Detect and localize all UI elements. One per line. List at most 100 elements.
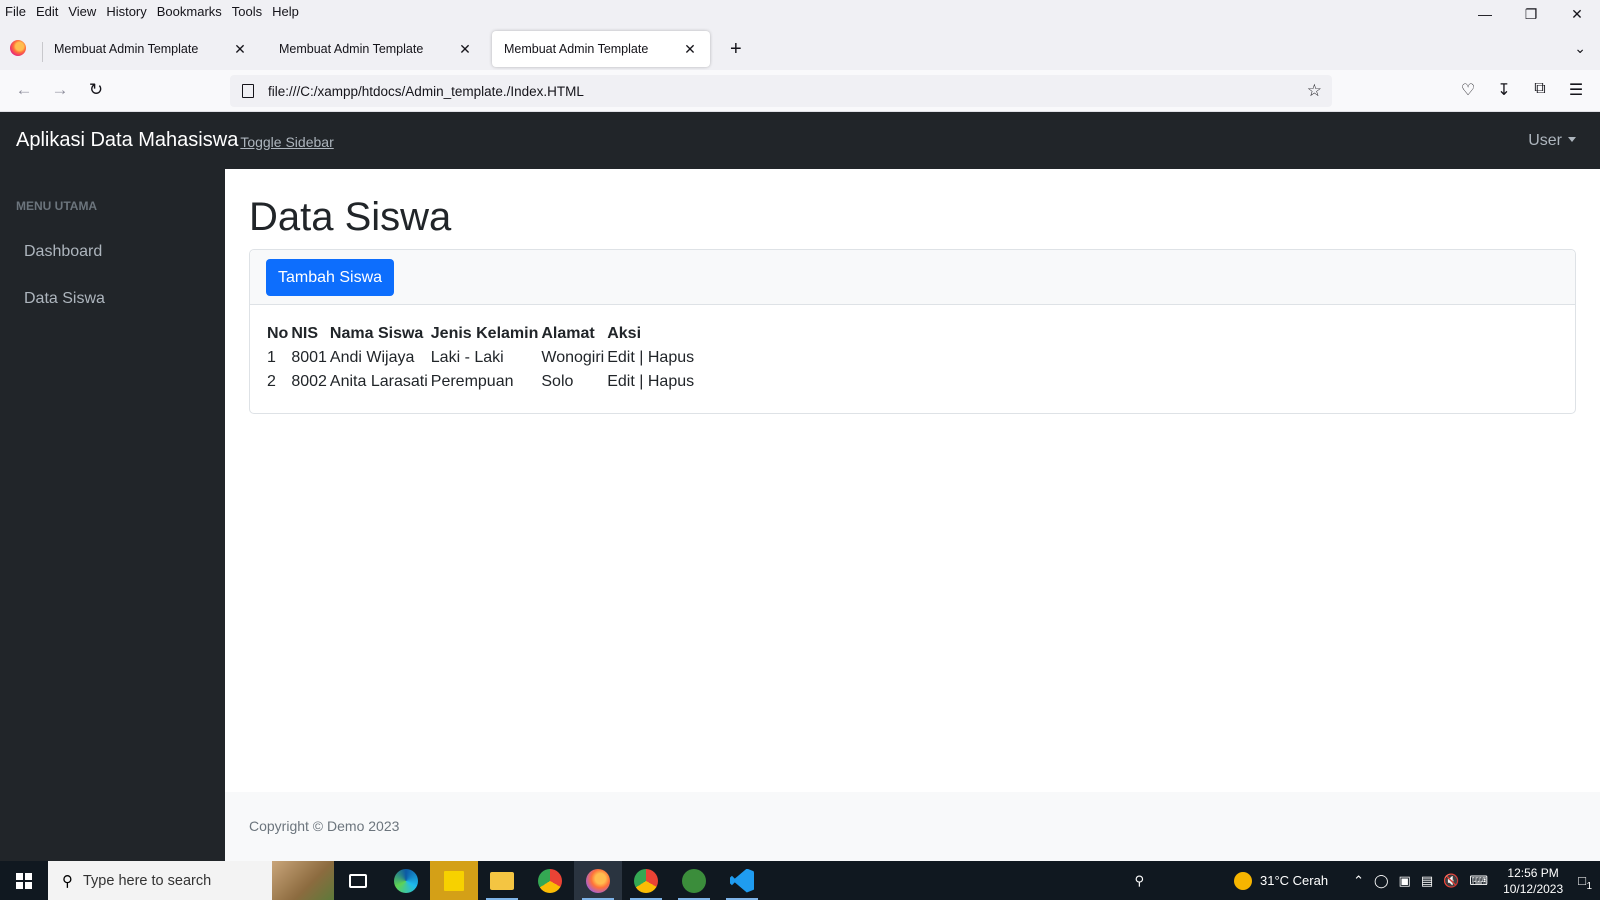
notification-center-icon[interactable]: □ 1 (1578, 873, 1592, 892)
taskbar-search-placeholder: Type here to search (83, 872, 212, 889)
cell-aksi: Edit | Hapus (606, 371, 696, 395)
student-table: No NIS Nama Siswa Jenis Kelamin Alamat A… (266, 325, 696, 395)
cell-no: 1 (267, 349, 276, 366)
close-tab-icon[interactable]: ✕ (232, 41, 248, 58)
url-bar[interactable]: file:///C:/xampp/htdocs/Admin_template./… (230, 75, 1332, 107)
extensions-icon[interactable]: ⧉ (1529, 80, 1551, 98)
windows-logo-icon (16, 872, 32, 889)
menu-history[interactable]: History (101, 4, 151, 19)
weather-icon (1233, 871, 1252, 890)
cell-alamat: Wonogiri (541, 349, 605, 366)
browser-menubar: File Edit View History Bookmarks Tools H… (0, 0, 1600, 22)
user-dropdown[interactable]: User (1528, 132, 1576, 150)
column-header-alamat: Alamat (541, 325, 595, 342)
menu-file[interactable]: File (0, 4, 31, 19)
chrome-profile-icon[interactable] (622, 861, 670, 900)
edge-icon[interactable] (382, 861, 430, 900)
card-header: Tambah Siswa (250, 250, 1575, 305)
page-title: Data Siswa (249, 195, 452, 239)
browser-tab-1[interactable]: Membuat Admin Template ✕ (42, 31, 260, 67)
menu-edit[interactable]: Edit (31, 4, 63, 19)
menu-bookmarks[interactable]: Bookmarks (152, 4, 227, 19)
taskbar: ⚲ Type here to search ⚲ 31°C Cerah ⌃ ◯ ▣… (0, 861, 1600, 900)
system-tray: ⚲ 31°C Cerah ⌃ ◯ ▣ ▤ 🔇 ⌨ 12:56 PM 10/12/… (1129, 861, 1600, 900)
sticky-notes-icon[interactable] (430, 861, 478, 900)
chrome-icon[interactable] (526, 861, 574, 900)
taskbar-search[interactable]: ⚲ Type here to search (48, 861, 334, 900)
clock-time: 12:56 PM (1507, 865, 1559, 880)
cell-nis: 8002 (291, 373, 327, 390)
firefox-taskbar-icon[interactable] (574, 861, 622, 900)
caret-down-icon (1568, 137, 1576, 142)
sidebar: MENU UTAMA Dashboard Data Siswa (0, 169, 225, 861)
edit-link[interactable]: Edit (607, 373, 635, 390)
cell-aksi: Edit | Hapus (606, 347, 696, 371)
table-row: 1 8001 Andi Wijaya Laki - Laki Wonogiri … (266, 347, 696, 371)
app-brand[interactable]: Aplikasi Data Mahasiswa (16, 129, 238, 152)
cell-jenis-kelamin: Laki - Laki (430, 349, 504, 366)
tab-strip: Membuat Admin Template ✕ Membuat Admin T… (0, 22, 1600, 70)
start-button[interactable] (0, 861, 48, 900)
main-content: Data Siswa Tambah Siswa No NIS Nama Sisw… (225, 169, 1600, 792)
taskbar-clock[interactable]: 12:56 PM 10/12/2023 (1503, 865, 1563, 897)
page-icon (242, 84, 254, 98)
hamburger-menu-icon[interactable]: ☰ (1565, 80, 1587, 100)
reload-icon[interactable]: ↻ (86, 80, 106, 100)
vscode-icon[interactable] (718, 861, 766, 900)
cell-nis: 8001 (291, 349, 327, 366)
column-header-nama: Nama Siswa (329, 325, 424, 342)
url-text: file:///C:/xampp/htdocs/Admin_template./… (268, 83, 584, 99)
meet-now-icon[interactable]: ◯ (1374, 873, 1389, 889)
menu-help[interactable]: Help (267, 4, 304, 19)
delete-link[interactable]: Hapus (648, 349, 694, 366)
xampp-icon[interactable] (670, 861, 718, 900)
clock-date: 10/12/2023 (1503, 881, 1564, 896)
app-footer: Copyright © Demo 2023 (225, 792, 1600, 861)
app-navbar: Aplikasi Data Mahasiswa Toggle Sidebar U… (0, 112, 1600, 169)
download-icon[interactable]: ↧ (1493, 80, 1515, 100)
new-tab-icon[interactable]: + (730, 38, 742, 61)
edit-link[interactable]: Edit (607, 349, 635, 366)
nav-bar: ← → ↻ file:///C:/xampp/htdocs/Admin_temp… (0, 70, 1600, 112)
sidebar-heading: MENU UTAMA (16, 199, 98, 213)
column-header-jenis-kelamin: Jenis Kelamin (430, 325, 539, 342)
back-icon[interactable]: ← (14, 80, 34, 100)
people-icon[interactable]: ⚲ (1134, 873, 1144, 889)
cell-no: 2 (267, 373, 276, 390)
column-header-no: No (267, 325, 289, 342)
copyright-text: Copyright © Demo 2023 (249, 818, 400, 834)
tab-label: Membuat Admin Template (279, 42, 424, 56)
browser-tab-2[interactable]: Membuat Admin Template ✕ (267, 31, 485, 67)
cell-nama: Anita Larasati (329, 373, 428, 390)
pocket-icon[interactable]: ♡ (1457, 80, 1479, 100)
notification-count: 1 (1586, 881, 1592, 892)
menu-tools[interactable]: Tools (227, 4, 267, 19)
close-tab-icon[interactable]: ✕ (457, 41, 473, 58)
file-explorer-icon[interactable] (478, 861, 526, 900)
chevron-up-icon[interactable]: ⌃ (1353, 873, 1364, 889)
cell-nama: Andi Wijaya (329, 349, 415, 366)
network-icon[interactable]: ▤ (1421, 873, 1433, 889)
tab-label: Membuat Admin Template (504, 42, 649, 56)
delete-link[interactable]: Hapus (648, 373, 694, 390)
data-card: Tambah Siswa No NIS Nama Siswa Jenis Kel… (249, 249, 1576, 414)
action-separator: | (639, 349, 644, 366)
table-header-row: No NIS Nama Siswa Jenis Kelamin Alamat A… (266, 325, 696, 347)
bookmark-star-icon[interactable]: ☆ (1307, 81, 1322, 101)
toggle-sidebar-link[interactable]: Toggle Sidebar (240, 134, 333, 150)
sidebar-item-data-siswa[interactable]: Data Siswa (24, 290, 105, 308)
tab-label: Membuat Admin Template (54, 42, 199, 56)
search-icon: ⚲ (62, 872, 73, 890)
list-tabs-icon[interactable]: ⌄ (1574, 40, 1586, 57)
weather-text[interactable]: 31°C Cerah (1260, 873, 1328, 888)
close-tab-icon[interactable]: ✕ (682, 41, 698, 58)
task-view-icon[interactable] (334, 861, 382, 900)
forward-icon[interactable]: → (50, 80, 70, 100)
sidebar-item-dashboard[interactable]: Dashboard (24, 243, 102, 261)
add-student-button[interactable]: Tambah Siswa (266, 259, 395, 296)
volume-muted-icon[interactable]: 🔇 (1443, 873, 1459, 889)
menu-view[interactable]: View (63, 4, 101, 19)
keyboard-icon[interactable]: ⌨ (1469, 873, 1488, 889)
wifi-settings-icon[interactable]: ▣ (1399, 873, 1411, 889)
browser-tab-3-active[interactable]: Membuat Admin Template ✕ (492, 31, 710, 67)
